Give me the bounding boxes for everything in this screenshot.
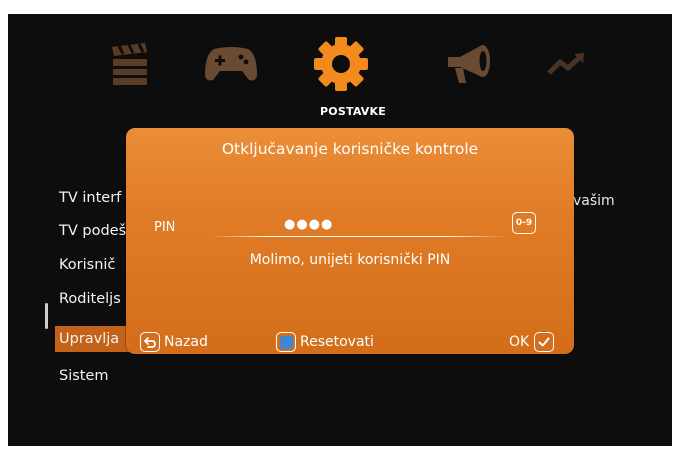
menu-item-parental[interactable]: Roditeljs [59,286,121,312]
menu-item-tv-settings[interactable]: TV podeš [59,218,126,244]
ok-button-label: OK [509,334,530,350]
gear-icon [314,37,368,91]
nav-trends[interactable] [538,38,594,90]
reset-button[interactable]: Resetovati [276,332,374,352]
blue-key-icon [276,332,296,352]
menu-item-user[interactable]: Korisnič [59,252,115,278]
menu-item-system[interactable]: Sistem [59,363,109,389]
pin-input-underline [208,236,508,237]
reset-button-label: Resetovati [300,334,374,350]
megaphone-icon [448,45,490,83]
category-label: POSTAVKE [320,105,386,118]
nav-media[interactable] [100,38,160,90]
back-button[interactable]: Nazad [140,332,208,352]
dialog-message: Molimo, unijeti korisnički PIN [249,252,451,268]
trending-chart-icon [547,53,584,75]
film-clapper-icon [112,43,147,85]
pin-label: PIN [154,220,176,235]
nav-announcements[interactable] [436,38,502,90]
tv-screen: POSTAVKE TV interf TV podeš Korisnič Rod… [8,14,672,446]
digit-range-button[interactable]: 0-9 [512,212,536,234]
checkmark-icon [534,332,555,352]
dialog-title: Otključavanje korisničke kontrole [221,140,479,158]
back-button-label: Nazad [164,334,208,350]
nav-settings[interactable] [308,34,374,94]
back-arrow-icon [140,332,160,352]
gamepad-icon [205,47,257,81]
ok-button[interactable]: OK [509,332,555,352]
pin-input[interactable]: ●●●● [284,217,333,232]
description-text: vašim [573,193,615,209]
nav-games[interactable] [198,38,264,90]
unlock-dialog: Otključavanje korisničke kontrole PIN ●●… [126,128,574,354]
menu-scroll-indicator [45,303,48,329]
menu-item-tv-interface[interactable]: TV interf [59,185,121,211]
